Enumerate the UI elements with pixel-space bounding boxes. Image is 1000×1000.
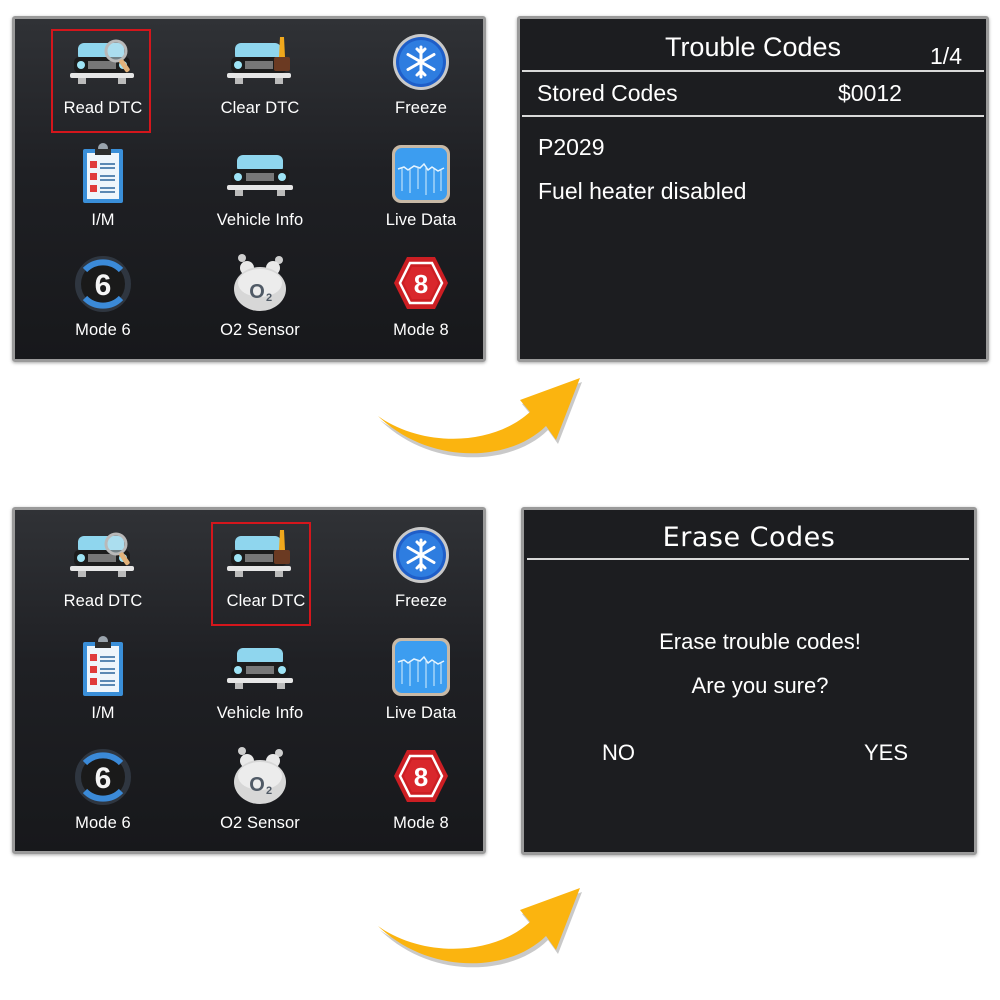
snowflake-icon	[393, 34, 449, 90]
erase-question: Are you sure?	[691, 673, 829, 698]
car-icon	[227, 648, 293, 689]
menu-item-label: Live Data	[385, 211, 457, 229]
main-menu-screen-bottom: Read DTC Clear DTC Freeze I/M Vehicle In…	[12, 507, 486, 854]
menu-item-label: Freeze	[395, 99, 447, 117]
menu-item-label: O2 Sensor	[220, 321, 300, 339]
menu-item-label: Mode 6	[75, 321, 131, 339]
menu-item-vehicle-info[interactable]: Vehicle Info	[185, 139, 335, 247]
menu-item-o2-sensor[interactable]: O 2 O2 Sensor	[185, 249, 335, 357]
clipboard-checklist-icon	[83, 143, 123, 203]
menu-item-label: Vehicle Info	[216, 211, 304, 229]
menu-item-label: O2 Sensor	[220, 814, 300, 832]
o2-bubble-icon: O 2	[234, 254, 286, 311]
waveform-icon	[392, 145, 450, 203]
dtc-description: Fuel heater disabled	[538, 178, 747, 204]
yes-button[interactable]: YES	[864, 740, 908, 766]
menu-item-label: Clear DTC	[220, 99, 300, 117]
car-icon	[227, 155, 293, 196]
no-button[interactable]: NO	[602, 740, 635, 766]
o2-glyph: O	[249, 774, 265, 796]
menu-item-mode-6[interactable]: 6 Mode 6	[28, 742, 178, 850]
mode-8-glyph: 8	[414, 762, 428, 792]
menu-item-label: Mode 8	[393, 814, 449, 832]
divider	[527, 558, 969, 560]
menu-item-mode-8[interactable]: 8 Mode 8	[346, 742, 496, 850]
menu-item-clear-dtc[interactable]: Clear DTC	[185, 27, 335, 135]
mode-6-glyph: 6	[95, 762, 112, 795]
o2-subscript: 2	[266, 785, 272, 797]
mode-8-hexagon-icon: 8	[394, 257, 448, 309]
menu-item-label: Clear DTC	[226, 592, 306, 610]
stored-codes-value: $0012	[838, 80, 902, 106]
menu-item-label: Read DTC	[63, 592, 143, 610]
menu-grid: Read DTC Clear DTC Freeze I/M Vehicle In…	[15, 19, 483, 359]
menu-item-read-dtc[interactable]: Read DTC	[28, 27, 178, 135]
divider	[522, 115, 984, 117]
menu-item-freeze[interactable]: Freeze	[346, 520, 496, 628]
erase-message: Erase trouble codes!	[659, 629, 861, 654]
o2-bubble-icon: O 2	[234, 747, 286, 804]
divider	[522, 70, 984, 72]
menu-item-im[interactable]: I/M	[28, 139, 178, 247]
menu-item-read-dtc[interactable]: Read DTC	[28, 520, 178, 628]
o2-glyph: O	[249, 281, 265, 303]
clipboard-checklist-icon	[83, 636, 123, 696]
menu-item-label: I/M	[91, 704, 115, 722]
menu-grid: Read DTC Clear DTC Freeze I/M Vehicle In…	[15, 510, 483, 851]
menu-item-vehicle-info[interactable]: Vehicle Info	[185, 632, 335, 740]
stored-codes-label: Stored Codes	[537, 80, 678, 106]
menu-item-label: Mode 6	[75, 814, 131, 832]
dtc-code[interactable]: P2029	[538, 134, 605, 161]
car-brush-icon	[227, 37, 291, 84]
menu-item-o2-sensor[interactable]: O 2 O2 Sensor	[185, 742, 335, 850]
erase-codes-screen: Erase Codes Erase trouble codes! Are you…	[521, 507, 977, 855]
mode-8-hexagon-icon: 8	[394, 750, 448, 802]
arrow-icon	[378, 378, 582, 458]
mode-8-glyph: 8	[414, 269, 428, 299]
menu-item-label: Live Data	[385, 704, 457, 722]
car-magnifier-icon	[70, 39, 134, 84]
menu-item-label: Vehicle Info	[216, 704, 304, 722]
car-brush-icon	[227, 530, 291, 577]
mode-6-icon: 6	[75, 749, 131, 805]
mode-6-icon: 6	[75, 256, 131, 312]
page-title: Trouble Codes	[664, 32, 842, 62]
menu-item-freeze[interactable]: Freeze	[346, 27, 496, 135]
arrow-icon	[378, 888, 582, 968]
o2-subscript: 2	[266, 292, 272, 304]
menu-item-label: Read DTC	[63, 99, 143, 117]
page-title: Erase Codes	[662, 522, 836, 553]
waveform-icon	[392, 638, 450, 696]
snowflake-icon	[393, 527, 449, 583]
menu-item-im[interactable]: I/M	[28, 632, 178, 740]
page-counter: 1/4	[930, 43, 962, 69]
mode-6-glyph: 6	[95, 269, 112, 302]
menu-item-label: Freeze	[395, 592, 447, 610]
menu-item-live-data[interactable]: Live Data	[346, 139, 496, 247]
menu-item-clear-dtc[interactable]: Clear DTC	[185, 520, 335, 628]
trouble-codes-screen: Trouble Codes 1/4 Stored Codes $0012 P20…	[517, 16, 989, 362]
menu-item-mode-8[interactable]: 8 Mode 8	[346, 249, 496, 357]
car-magnifier-icon	[70, 532, 134, 577]
menu-item-label: Mode 8	[393, 321, 449, 339]
menu-item-mode-6[interactable]: 6 Mode 6	[28, 249, 178, 357]
menu-item-label: I/M	[91, 211, 115, 229]
main-menu-screen-top: Read DTC Clear DTC Freeze I/M Vehicle In…	[12, 16, 486, 362]
menu-item-live-data[interactable]: Live Data	[346, 632, 496, 740]
